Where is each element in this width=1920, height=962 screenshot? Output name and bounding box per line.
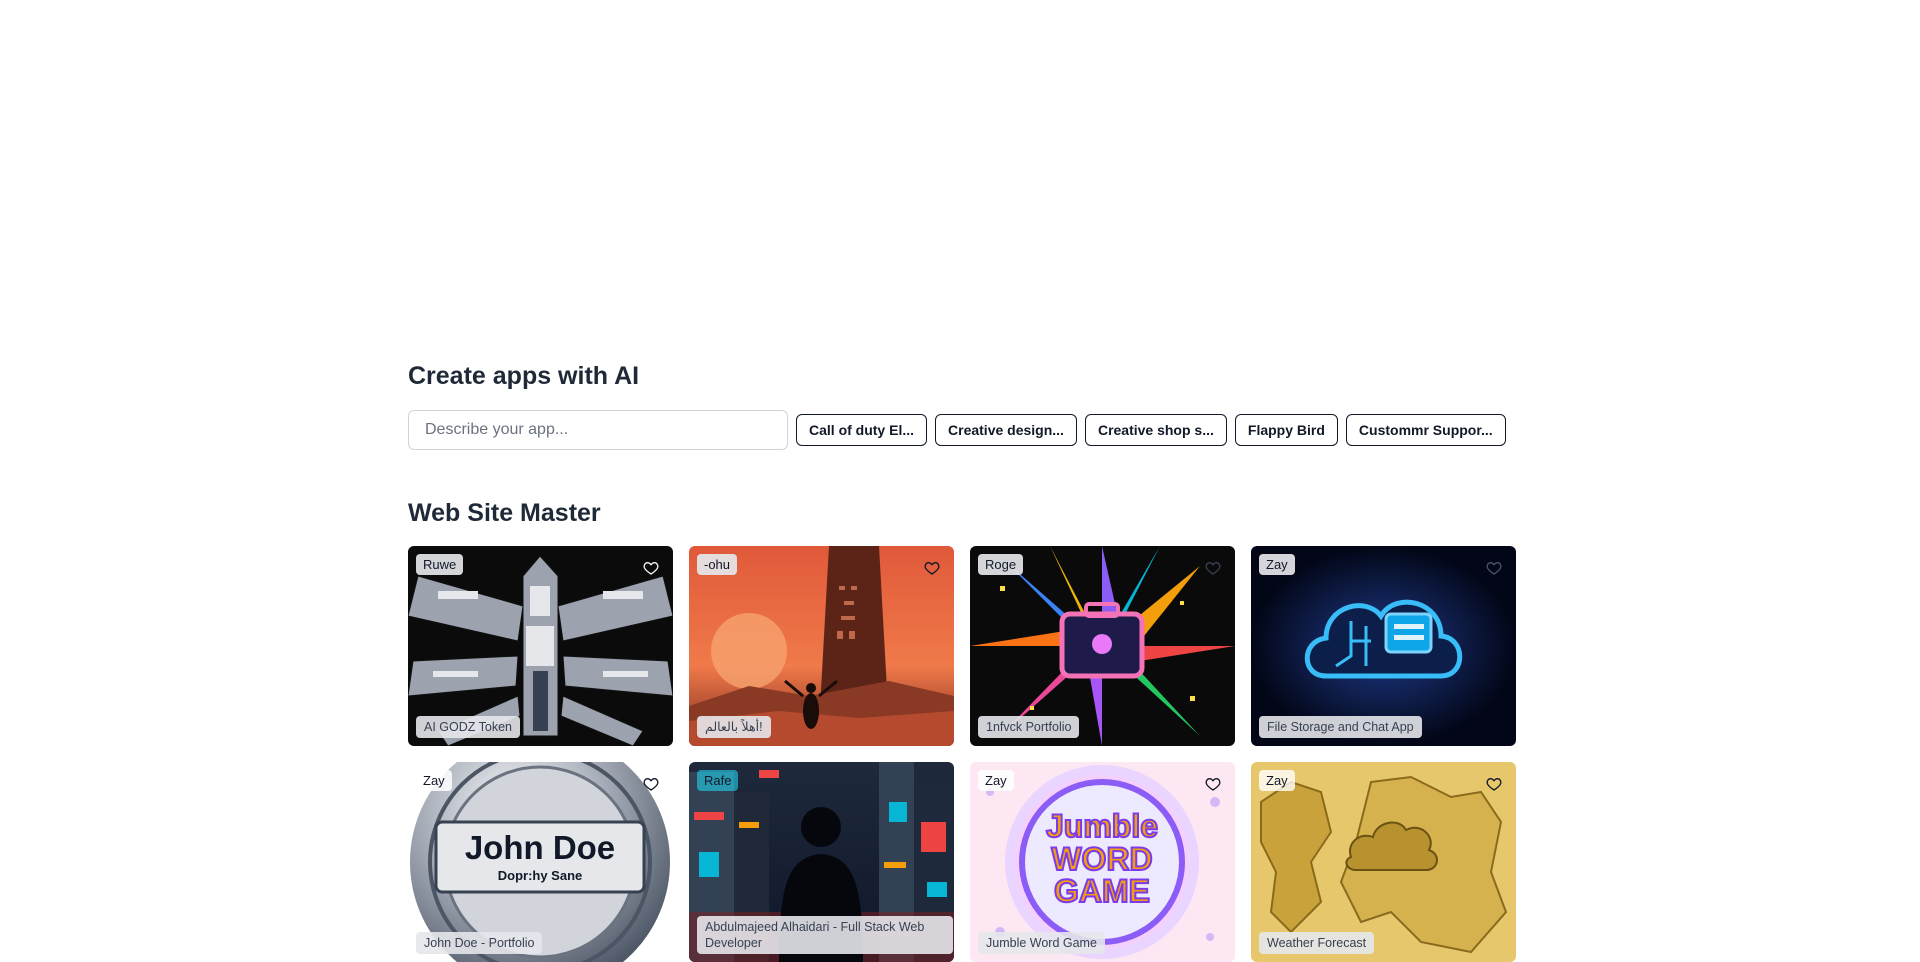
app-card[interactable]: Ruwe AI GODZ Token [408, 546, 673, 746]
suggestion-chip-creative-design[interactable]: Creative design... [935, 414, 1077, 446]
card-title: File Storage and Chat App [1259, 715, 1422, 738]
heart-icon[interactable] [1205, 560, 1221, 576]
create-apps-heading: Create apps with AI [408, 362, 640, 390]
suggestion-chip-flappy-bird[interactable]: Flappy Bird [1234, 414, 1338, 446]
suggestion-chip-customer-support[interactable]: Custommr Suppor... [1345, 414, 1506, 446]
card-user-tag: Roge [978, 554, 1024, 575]
card-title: John Doe - Portfolio [416, 931, 543, 954]
heart-icon[interactable] [1486, 776, 1502, 792]
card-user-tag: Zay [416, 770, 452, 791]
card-title: أهلاً بالعالم! [697, 715, 771, 738]
card-art-game: GAME [1054, 873, 1150, 909]
app-card[interactable]: Roge 1nfvck Portfolio [970, 546, 1235, 746]
card-art-jumble: Jumble [1046, 808, 1158, 844]
suggestion-chip-call-of-duty[interactable]: Call of duty El... [796, 414, 928, 446]
card-user-tag: Zay [1259, 554, 1295, 575]
card-user-tag: Ruwe [416, 554, 464, 575]
card-user-tag: Rafe [697, 770, 739, 791]
card-title: 1nfvck Portfolio [978, 715, 1080, 738]
card-art-name: John Doe [465, 829, 615, 866]
app-card[interactable]: John Doe Dopr:hy Sane Zay John Doe - Por… [408, 762, 673, 962]
app-card[interactable]: Rafe Abdulmajeed Alhaidari - Full Stack … [689, 762, 954, 962]
prompt-row: Describe your app... Call of duty El... … [408, 410, 1513, 450]
card-user-tag: Zay [1259, 770, 1295, 791]
card-art-subtitle: Dopr:hy Sane [498, 868, 583, 883]
section-heading: Web Site Master [408, 499, 601, 527]
heart-icon[interactable] [1486, 560, 1502, 576]
describe-app-input[interactable]: Describe your app... [408, 410, 788, 450]
app-card[interactable]: Jumble WORD GAME Zay Jumble Word Game [970, 762, 1235, 962]
heart-icon[interactable] [1205, 776, 1221, 792]
card-title: Jumble Word Game [978, 931, 1105, 954]
card-art-word: WORD [1051, 841, 1152, 877]
card-user-tag: Zay [978, 770, 1014, 791]
card-title: Weather Forecast [1259, 931, 1375, 954]
app-card[interactable]: -ohu أهلاً بالعالم! [689, 546, 954, 746]
card-title: AI GODZ Token [416, 715, 520, 738]
card-user-tag: -ohu [697, 554, 738, 575]
heart-icon[interactable] [643, 776, 659, 792]
card-title: Abdulmajeed Alhaidari - Full Stack Web D… [697, 915, 953, 954]
heart-icon[interactable] [924, 560, 940, 576]
describe-app-placeholder: Describe your app... [425, 421, 569, 438]
heart-icon[interactable] [643, 560, 659, 576]
app-card[interactable]: Zay File Storage and Chat App [1251, 546, 1516, 746]
suggestion-chip-creative-shop[interactable]: Creative shop s... [1084, 414, 1227, 446]
app-card[interactable]: Zay Weather Forecast [1251, 762, 1516, 962]
